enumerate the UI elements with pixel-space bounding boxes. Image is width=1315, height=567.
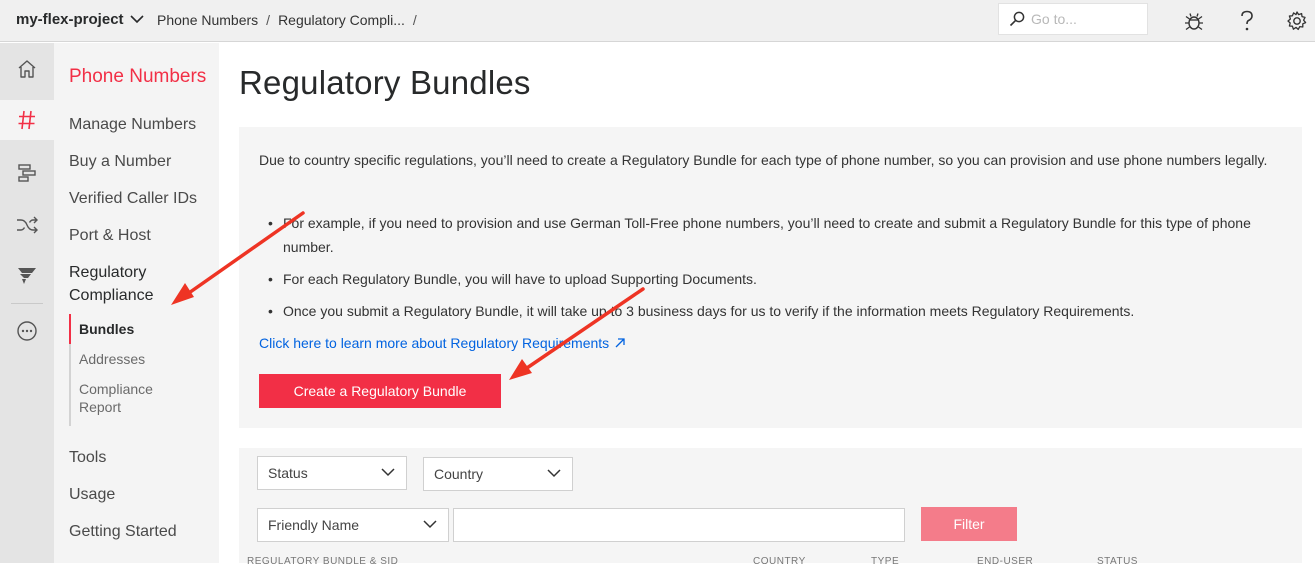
- hash-icon[interactable]: [0, 100, 54, 140]
- project-switcher[interactable]: my-flex-project: [16, 11, 144, 28]
- intro-text: Due to country specific regulations, you…: [259, 152, 1268, 168]
- info-bullets: For example, if you need to provision an…: [259, 211, 1279, 331]
- chevron-down-icon: [381, 468, 395, 477]
- column-header-end-user[interactable]: END-USER: [977, 556, 1033, 567]
- breadcrumb-phone-numbers[interactable]: Phone Numbers: [157, 12, 258, 28]
- chevron-down-icon: [423, 520, 437, 529]
- learn-more-link[interactable]: Click here to learn more about Regulator…: [259, 335, 626, 351]
- learn-more-label: Click here to learn more about Regulator…: [259, 335, 610, 351]
- search-icon: [1009, 11, 1025, 27]
- list-item: For example, if you need to provision an…: [259, 211, 1279, 259]
- sidebar-subitem-bundles[interactable]: Bundles: [69, 314, 219, 344]
- studio-icon[interactable]: [0, 153, 54, 193]
- sidebar-item-buy-number[interactable]: Buy a Number: [69, 150, 171, 173]
- rail-divider: [11, 303, 43, 304]
- list-item: Once you submit a Regulatory Bundle, it …: [259, 299, 1279, 323]
- side-nav: Phone Numbers Manage Numbers Buy a Numbe…: [54, 43, 219, 563]
- chevron-down-icon: [129, 15, 144, 24]
- sidebar-item-tools[interactable]: Tools: [69, 446, 106, 469]
- sidebar-item-port-host[interactable]: Port & Host: [69, 224, 151, 247]
- filter-button[interactable]: Filter: [921, 507, 1017, 541]
- sidebar-item-regulatory-compliance[interactable]: Regulatory Compliance: [69, 261, 199, 307]
- breadcrumb-regulatory[interactable]: Regulatory Compli...: [278, 12, 405, 28]
- sidebar-subitem-addresses[interactable]: Addresses: [69, 344, 219, 374]
- sidebar-item-usage[interactable]: Usage: [69, 483, 115, 506]
- external-link-icon: [615, 338, 625, 348]
- sidenav-title[interactable]: Phone Numbers: [69, 66, 206, 88]
- country-select[interactable]: Country: [423, 457, 573, 491]
- flex-icon[interactable]: [0, 256, 54, 296]
- more-icon[interactable]: [0, 311, 54, 351]
- project-name: my-flex-project: [16, 11, 124, 28]
- status-select-value: Status: [268, 465, 308, 481]
- country-select-value: Country: [434, 466, 484, 482]
- search-box[interactable]: [998, 3, 1148, 35]
- column-header-country[interactable]: COUNTRY: [753, 556, 806, 567]
- breadcrumb-separator: /: [412, 12, 417, 28]
- breadcrumb: Phone Numbers / Regulatory Compli... /: [157, 12, 417, 28]
- column-header-bundle[interactable]: REGULATORY BUNDLE & SID: [247, 556, 398, 567]
- filter-panel: Status Country Friendly Name Filter REGU…: [239, 448, 1302, 567]
- page-title: Regulatory Bundles: [239, 64, 531, 101]
- filter-field-value: Friendly Name: [268, 517, 360, 533]
- sidebar-item-getting-started[interactable]: Getting Started: [69, 520, 177, 543]
- product-rail: [0, 43, 54, 563]
- help-icon[interactable]: [1234, 8, 1260, 34]
- regulatory-subnav: Bundles Addresses Compliance Report: [69, 314, 219, 426]
- filter-text-input[interactable]: [453, 508, 905, 542]
- column-header-type[interactable]: TYPE: [871, 556, 899, 567]
- sidebar-subitem-compliance-report[interactable]: Compliance Report: [69, 374, 169, 416]
- gear-icon[interactable]: [1284, 8, 1310, 34]
- search-input[interactable]: [1031, 11, 1141, 27]
- filter-field-select[interactable]: Friendly Name: [257, 508, 449, 542]
- breadcrumb-separator: /: [266, 12, 271, 28]
- info-panel: Due to country specific regulations, you…: [239, 127, 1302, 428]
- list-item: For each Regulatory Bundle, you will hav…: [259, 267, 1279, 291]
- column-header-status[interactable]: STATUS: [1097, 556, 1138, 567]
- sidebar-item-manage-numbers[interactable]: Manage Numbers: [69, 113, 196, 136]
- shuffle-icon[interactable]: [0, 205, 54, 245]
- create-bundle-button[interactable]: Create a Regulatory Bundle: [259, 374, 501, 408]
- sidebar-item-verified-caller-ids[interactable]: Verified Caller IDs: [69, 187, 197, 210]
- bug-icon[interactable]: [1181, 8, 1207, 34]
- status-select[interactable]: Status: [257, 456, 407, 490]
- chevron-down-icon: [547, 469, 561, 478]
- home-icon[interactable]: [0, 49, 54, 89]
- top-bar: my-flex-project Phone Numbers / Regulato…: [0, 0, 1315, 42]
